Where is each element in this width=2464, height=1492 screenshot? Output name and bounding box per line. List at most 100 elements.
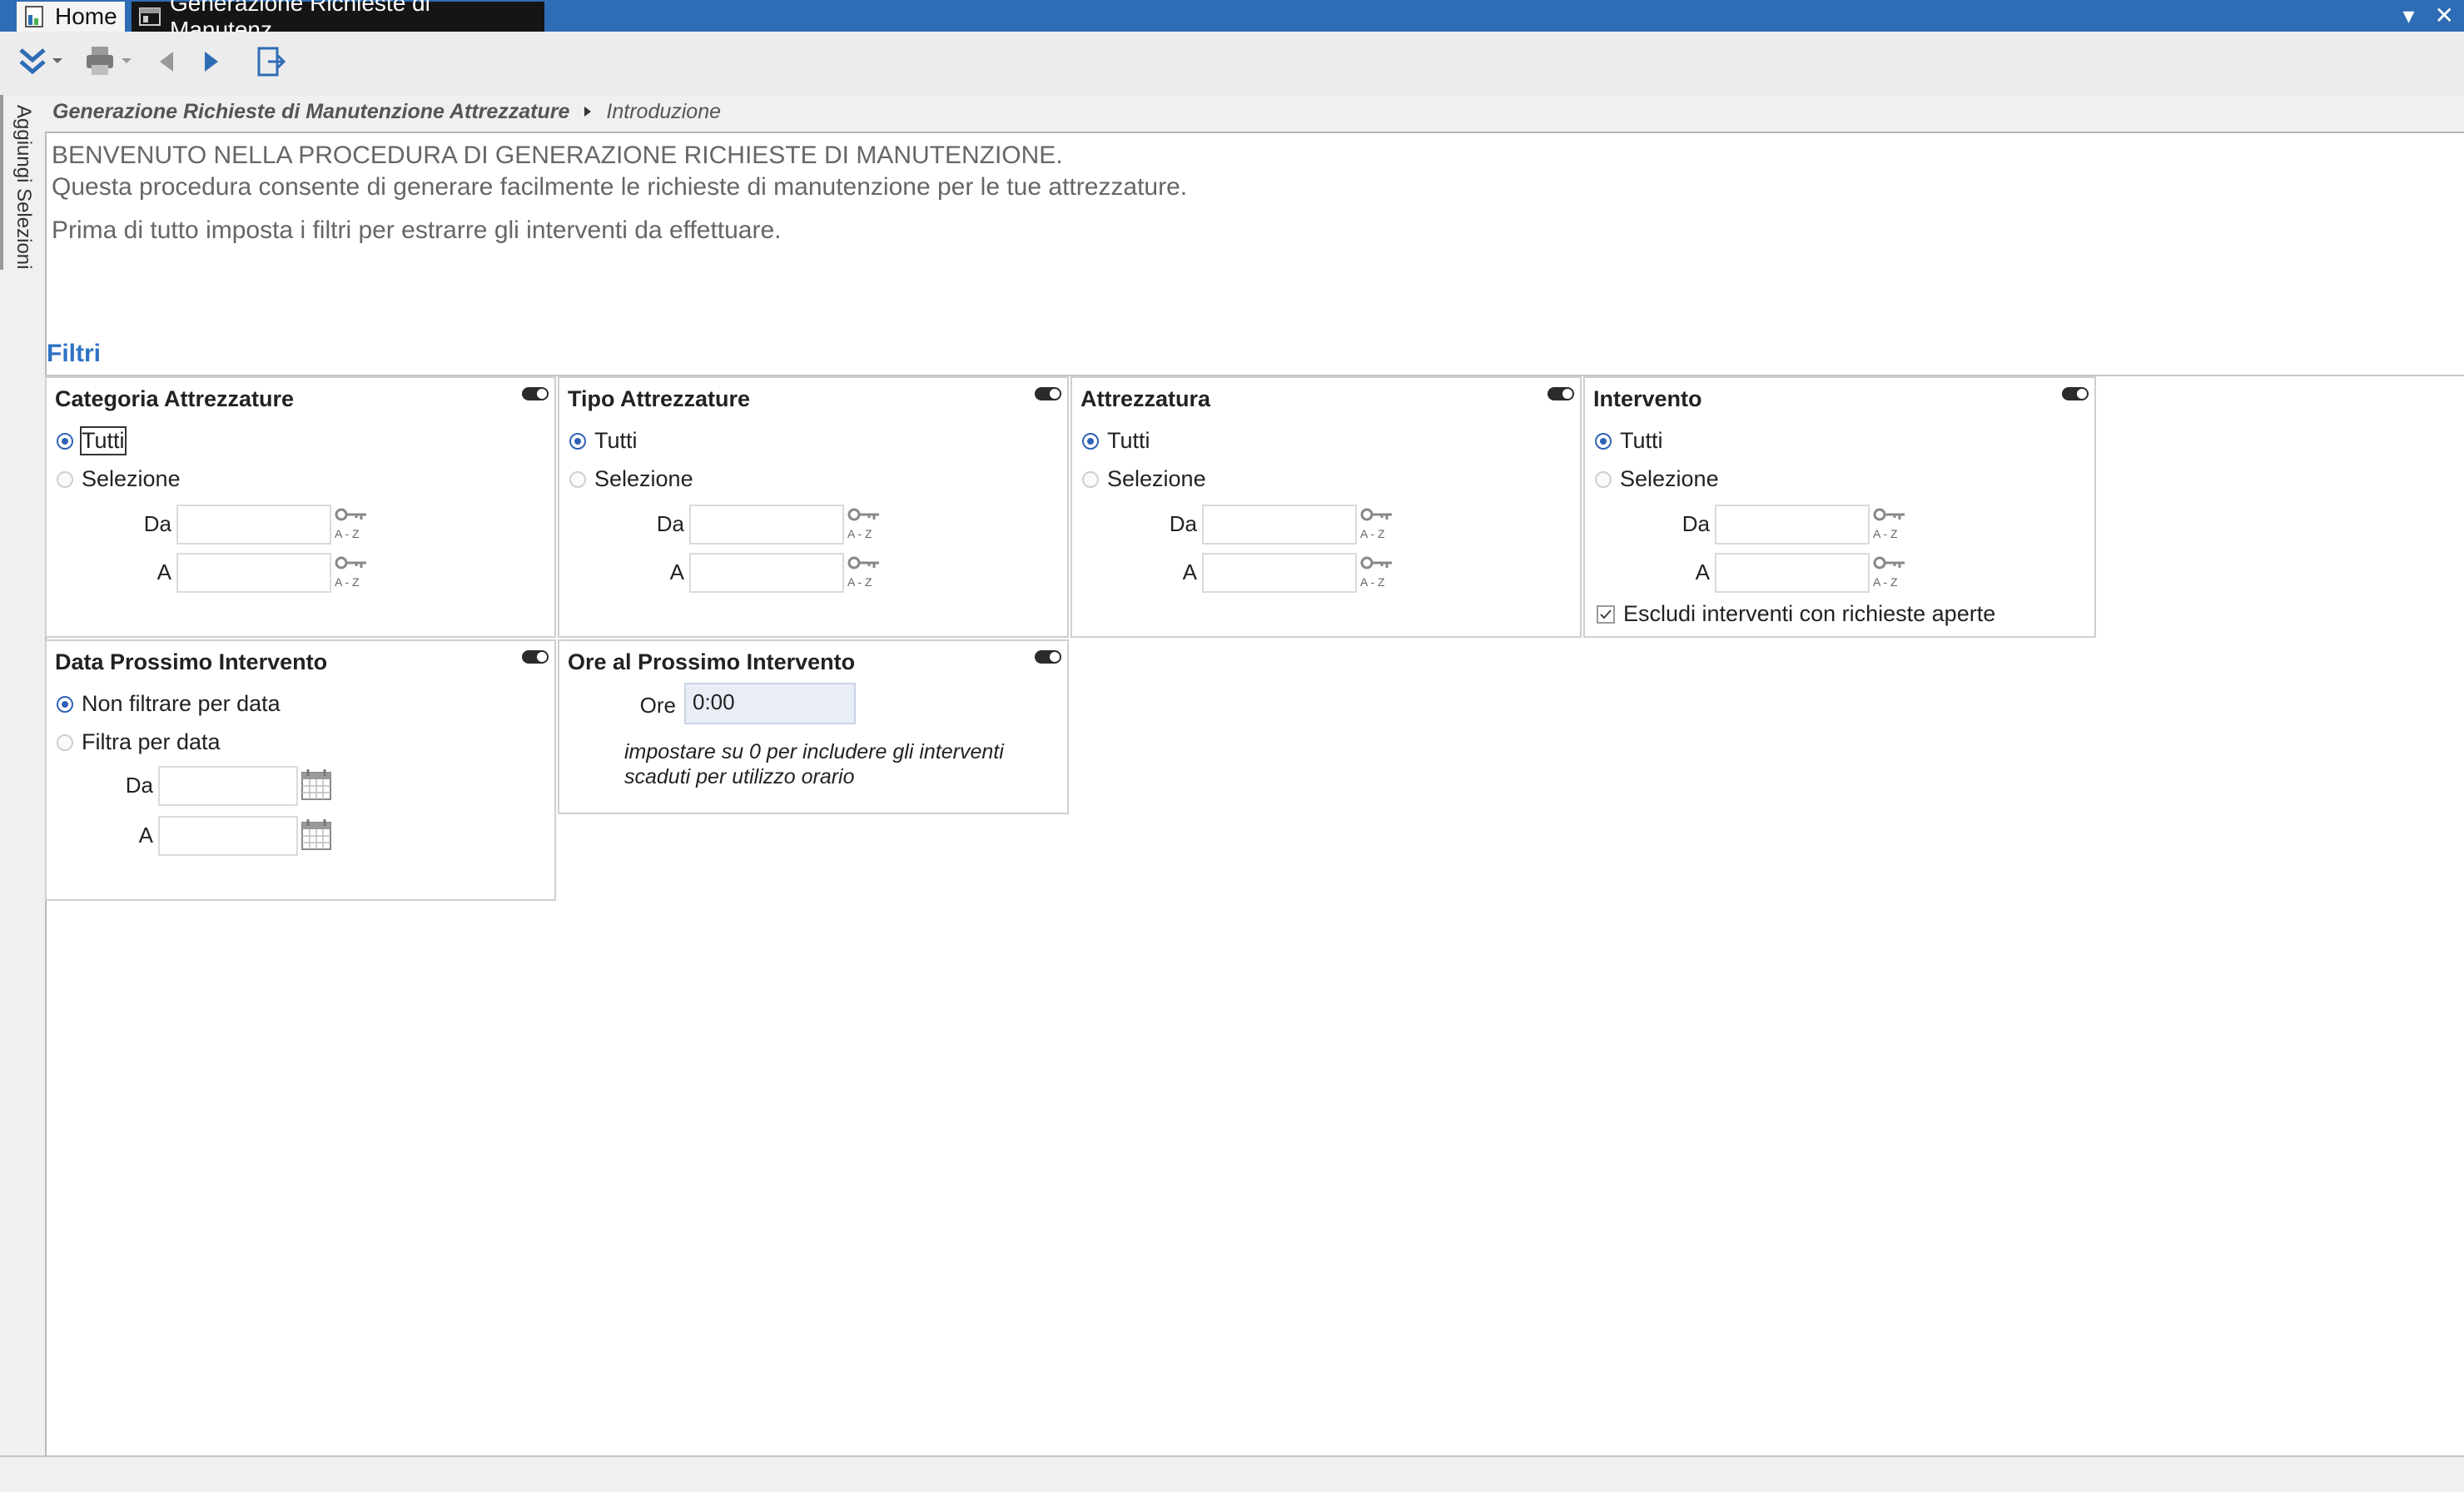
from-input[interactable] <box>176 505 331 545</box>
print-button[interactable] <box>80 43 138 83</box>
close-window-button[interactable]: ✕ <box>2435 2 2454 29</box>
radio-button[interactable] <box>57 432 73 450</box>
panel-title: Tipo Attrezzature <box>568 386 751 411</box>
collapse-icon <box>16 45 66 82</box>
toggle-icon[interactable] <box>1547 386 1575 401</box>
radio-tutti[interactable]: Tutti <box>1595 428 1663 454</box>
toggle-icon[interactable] <box>521 649 549 664</box>
to-input[interactable] <box>689 553 844 593</box>
radio-tutti[interactable]: Tutti <box>1082 428 1150 454</box>
calendar-icon[interactable] <box>300 816 333 853</box>
side-rail <box>0 95 45 1492</box>
radio-button[interactable] <box>57 470 73 488</box>
print-icon <box>83 45 135 82</box>
intro-instructions: Prima di tutto imposta i filtri per estr… <box>52 216 782 244</box>
breadcrumb-separator-icon <box>583 100 593 124</box>
to-input[interactable] <box>1202 553 1357 593</box>
radio-non-filtrare[interactable]: Non filtrare per data <box>57 691 281 717</box>
radio-tutti[interactable]: Tutti <box>57 426 127 455</box>
from-input[interactable] <box>1715 505 1870 545</box>
radio-button[interactable] <box>1595 470 1612 488</box>
tab-generazione-richieste[interactable]: Generazione Richieste di Manutenz... <box>132 0 544 42</box>
key-az-lookup-icon[interactable]: A - Z <box>1359 505 1395 541</box>
radio-label: Selezione <box>1107 466 1206 491</box>
radio-selezione[interactable]: Selezione <box>1082 466 1206 492</box>
toggle-icon[interactable] <box>1034 649 1062 664</box>
toggle-icon[interactable] <box>1034 386 1062 401</box>
forward-button[interactable] <box>195 43 228 83</box>
to-input[interactable] <box>176 553 331 593</box>
exit-button[interactable] <box>253 43 290 83</box>
aggiungi-selezioni-tab[interactable]: Aggiungi Selezioni <box>12 105 35 269</box>
radio-tutti[interactable]: Tutti <box>569 428 638 454</box>
breadcrumb-parent[interactable]: Generazione Richieste di Manutenzione At… <box>52 100 569 124</box>
to-input[interactable] <box>1715 553 1870 593</box>
key-az-lookup-icon[interactable]: A - Z <box>1871 553 1908 589</box>
radio-label: Tutti <box>1107 428 1150 453</box>
key-az-lookup-icon[interactable]: A - Z <box>333 505 370 541</box>
radio-selezione[interactable]: Selezione <box>569 466 693 492</box>
key-az-lookup-icon[interactable]: A - Z <box>846 553 882 589</box>
back-button[interactable] <box>150 43 183 83</box>
intro-description: Questa procedura consente di generare fa… <box>52 173 1188 201</box>
back-icon <box>156 50 176 77</box>
window-titlebar: Home Generazione Richieste di Manutenz..… <box>0 0 2464 42</box>
svg-text:A - Z: A - Z <box>335 575 360 589</box>
side-rail-marker <box>0 95 3 270</box>
toolbar <box>0 32 2464 95</box>
radio-filtra-per-data[interactable]: Filtra per data <box>57 729 221 755</box>
filter-panel-intervento: Intervento Tutti Selezione Da A - Z A A … <box>1583 376 2096 638</box>
key-az-lookup-icon[interactable]: A - Z <box>333 553 370 589</box>
key-az-lookup-icon[interactable]: A - Z <box>1359 553 1395 589</box>
breadcrumb: Generazione Richieste di Manutenzione At… <box>52 100 721 124</box>
ore-input[interactable]: 0:00 <box>684 683 856 724</box>
key-az-lookup-icon[interactable]: A - Z <box>1871 505 1908 541</box>
svg-text:A - Z: A - Z <box>335 527 360 540</box>
date-to-input[interactable] <box>158 816 298 856</box>
window-menu-button[interactable]: ▾ <box>2402 2 2414 29</box>
tab-home[interactable]: Home <box>17 2 125 32</box>
radio-button[interactable] <box>57 695 73 713</box>
from-input[interactable] <box>1202 505 1357 545</box>
svg-text:A - Z: A - Z <box>1360 575 1385 589</box>
exclude-open-requests-checkbox[interactable]: Escludi interventi con richieste aperte <box>1597 601 1995 627</box>
radio-selezione[interactable]: Selezione <box>57 466 181 492</box>
window-icon <box>138 5 161 28</box>
svg-text:A - Z: A - Z <box>1873 575 1898 589</box>
radio-button[interactable] <box>569 470 586 488</box>
calendar-icon[interactable] <box>300 766 333 803</box>
forward-icon <box>201 50 221 77</box>
svg-text:A - Z: A - Z <box>847 527 872 540</box>
radio-selezione[interactable]: Selezione <box>1595 466 1719 492</box>
radio-label: Non filtrare per data <box>82 691 281 716</box>
ore-label: Ore <box>639 693 676 718</box>
exit-icon <box>256 46 286 82</box>
radio-button[interactable] <box>1082 432 1099 450</box>
date-from-input[interactable] <box>158 766 298 806</box>
radio-label: Tutti <box>594 428 638 453</box>
panel-title: Ore al Prossimo Intervento <box>568 649 856 674</box>
toggle-icon[interactable] <box>2061 386 2089 401</box>
from-label: Da <box>656 511 684 536</box>
from-label: Da <box>1682 511 1710 536</box>
panel-title: Intervento <box>1593 386 1702 411</box>
radio-button[interactable] <box>57 734 73 751</box>
checkbox[interactable] <box>1597 604 1615 624</box>
panel-title: Data Prossimo Intervento <box>55 649 328 674</box>
radio-button[interactable] <box>569 432 586 450</box>
from-label: Da <box>125 773 153 798</box>
collapse-button[interactable] <box>12 43 70 83</box>
breadcrumb-current: Introduzione <box>606 100 722 123</box>
from-label: Da <box>1169 511 1197 536</box>
radio-button[interactable] <box>1595 432 1612 450</box>
toggle-icon[interactable] <box>521 386 549 401</box>
to-label: A <box>138 823 153 848</box>
check-icon <box>1600 609 1612 619</box>
app-icon <box>23 5 47 28</box>
from-input[interactable] <box>689 505 844 545</box>
key-az-lookup-icon[interactable]: A - Z <box>846 505 882 541</box>
radio-label: Tutti <box>80 426 127 455</box>
radio-button[interactable] <box>1082 470 1099 488</box>
filter-panel-tipo: Tipo Attrezzature Tutti Selezione Da A -… <box>558 376 1069 638</box>
to-label: A <box>669 560 684 584</box>
